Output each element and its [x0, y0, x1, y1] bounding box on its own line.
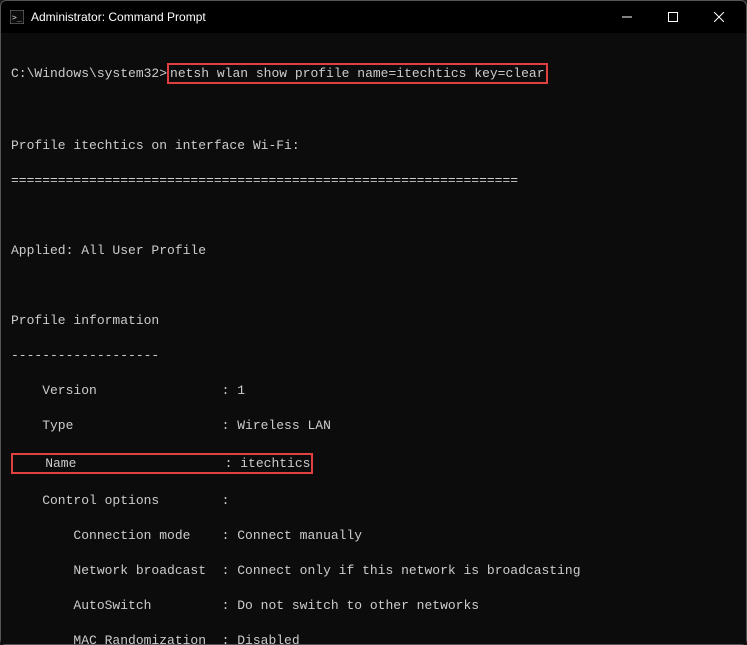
info-row: Network broadcast : Connect only if this…: [11, 562, 736, 580]
blank-line: [11, 102, 736, 120]
info-row-highlighted: Name : itechtics: [11, 453, 736, 475]
prompt: C:\Windows\system32>: [11, 66, 167, 81]
svg-text:>_: >_: [12, 13, 22, 22]
info-row: Version : 1: [11, 382, 736, 400]
blank-line: [11, 207, 736, 225]
cmd-icon: >_: [9, 9, 25, 25]
separator: ========================================…: [11, 172, 736, 190]
maximize-button[interactable]: [650, 1, 696, 33]
command-prompt-window: >_ Administrator: Command Prompt C:\Wind…: [0, 0, 747, 645]
blank-line: [11, 277, 736, 295]
window-controls: [604, 1, 742, 33]
info-row: Connection mode : Connect manually: [11, 527, 736, 545]
applied-line: Applied: All User Profile: [11, 242, 736, 260]
command-highlight: netsh wlan show profile name=itechtics k…: [167, 63, 547, 85]
command-line: C:\Windows\system32>netsh wlan show prof…: [11, 63, 736, 85]
terminal-output[interactable]: C:\Windows\system32>netsh wlan show prof…: [1, 33, 746, 644]
close-button[interactable]: [696, 1, 742, 33]
info-row: MAC Randomization : Disabled: [11, 632, 736, 644]
info-row: Type : Wireless LAN: [11, 417, 736, 435]
minimize-button[interactable]: [604, 1, 650, 33]
section-title: Profile information: [11, 312, 736, 330]
window-title: Administrator: Command Prompt: [31, 10, 604, 24]
profile-header: Profile itechtics on interface Wi-Fi:: [11, 137, 736, 155]
titlebar[interactable]: >_ Administrator: Command Prompt: [1, 1, 746, 33]
section-dashes: -------------------: [11, 347, 736, 365]
info-row: AutoSwitch : Do not switch to other netw…: [11, 597, 736, 615]
info-row: Control options :: [11, 492, 736, 510]
